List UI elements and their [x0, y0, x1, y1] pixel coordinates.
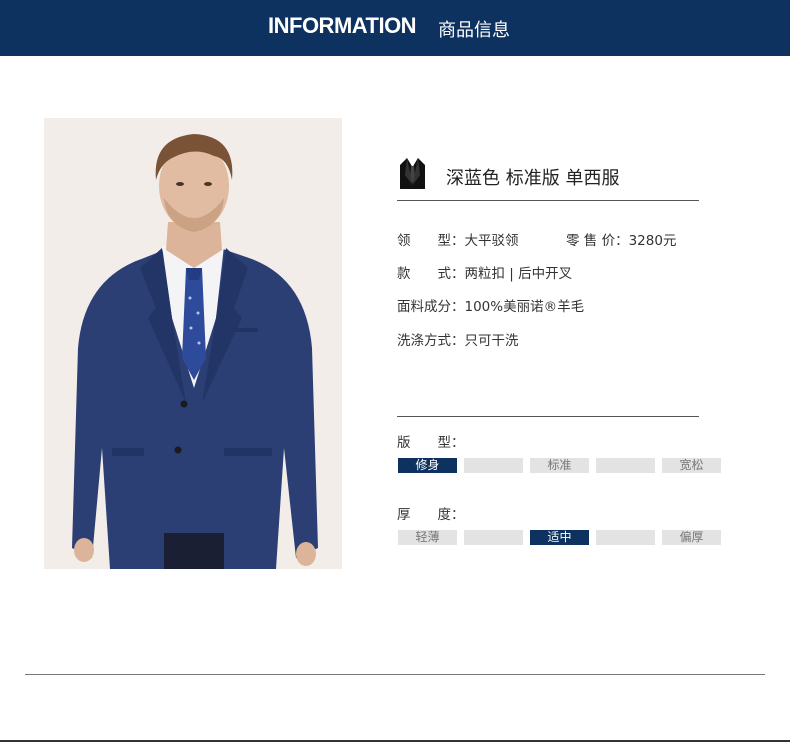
spec-label: 洗涤方式： — [397, 333, 465, 349]
fit-option: 宽松 — [662, 458, 721, 473]
thickness-option: 适中 — [530, 530, 589, 545]
spec-value: 大平驳领 — [464, 233, 519, 249]
spec-label: 领 型： — [397, 233, 465, 249]
thickness-label: 厚 度： — [397, 507, 465, 523]
header-title-cn: 商品信息 — [438, 20, 510, 41]
thickness-option: 偏厚 — [662, 530, 721, 545]
spec-value: 100%美丽诺®羊毛 — [464, 299, 585, 315]
price-label: 零 售 价： — [566, 233, 629, 249]
fit-option — [464, 458, 523, 473]
bottom-divider — [25, 674, 765, 675]
spec-divider — [397, 416, 699, 417]
thickness-option — [596, 530, 655, 545]
fit-option: 标准 — [530, 458, 589, 473]
header-title-en: INFORMATION — [268, 13, 417, 38]
product-title: 深蓝色 标准版 单西服 — [446, 168, 620, 189]
fit-option: 修身 — [398, 458, 457, 473]
retail-price: 零 售 价：3280元 — [566, 229, 676, 249]
fit-option — [596, 458, 655, 473]
fit-label: 版 型： — [397, 435, 465, 451]
thickness-option: 轻薄 — [398, 530, 457, 545]
fit-scale: 修身 标准 宽松 — [398, 458, 721, 473]
suit-model-photo — [44, 118, 342, 569]
spec-label: 面料成分： — [397, 299, 465, 315]
spec-value: 两粒扣 | 后中开叉 — [464, 266, 573, 282]
spec-label: 款 式： — [397, 266, 465, 282]
spec-collar: 领 型：大平驳领 — [397, 229, 519, 249]
title-divider — [397, 200, 699, 201]
spec-fabric: 面料成分：100%美丽诺®羊毛 — [397, 295, 584, 315]
suit-icon — [397, 155, 428, 189]
thickness-scale: 轻薄 适中 偏厚 — [398, 530, 721, 545]
price-value: 3280元 — [628, 233, 677, 249]
spec-care: 洗涤方式：只可干洗 — [397, 329, 519, 349]
thickness-option — [464, 530, 523, 545]
spec-style: 款 式：两粒扣 | 后中开叉 — [397, 262, 572, 282]
info-header: INFORMATION 商品信息 — [0, 0, 790, 56]
spec-value: 只可干洗 — [464, 333, 519, 349]
